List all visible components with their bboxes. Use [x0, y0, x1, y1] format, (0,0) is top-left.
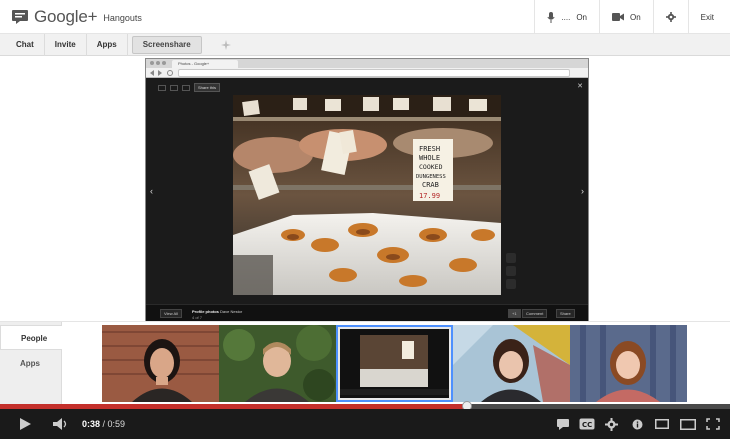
- hangouts-logo-icon: [12, 9, 28, 24]
- participant-thumb-5[interactable]: [570, 325, 687, 402]
- volume-icon: [53, 418, 67, 430]
- tag-icon: [506, 266, 516, 276]
- sign-line-1: FRESH: [419, 145, 440, 153]
- photo-lightbox: Share this ✕ ‹ › FRESH WHOLE COOKED DUNG…: [146, 78, 588, 321]
- sign-line-4: DUNGENESS: [416, 174, 446, 180]
- small-player-icon: [655, 419, 669, 429]
- camera-toggle[interactable]: On: [598, 0, 653, 34]
- crab-market-image: FRESH WHOLE COOKED DUNGENESS CRAB 17.99: [233, 95, 501, 295]
- microphone-toggle[interactable]: .... On: [534, 0, 599, 34]
- brand: Google+ Hangouts: [12, 7, 142, 27]
- duration: 0:59: [107, 419, 126, 429]
- invite-button[interactable]: Invite: [45, 33, 87, 56]
- participant-thumb-4[interactable]: [453, 325, 570, 402]
- screenshare-button[interactable]: Screenshare: [131, 35, 202, 54]
- small-player-button[interactable]: [655, 409, 669, 439]
- lightbox-share-button: Share this: [194, 83, 221, 92]
- window-controls: [150, 61, 166, 65]
- sign-line-5: CRAB: [422, 181, 439, 189]
- browser-url-field: [178, 69, 570, 77]
- apps-button[interactable]: Apps: [87, 33, 128, 56]
- svg-text:CC: CC: [582, 421, 592, 429]
- gear-icon: [605, 417, 618, 431]
- large-player-button[interactable]: [680, 409, 696, 439]
- browser-nav-icons: [150, 70, 173, 76]
- market-photo: FRESH WHOLE COOKED DUNGENESS CRAB 17.99: [233, 95, 501, 295]
- time-separator: /: [100, 419, 108, 429]
- panel-tabs: People Apps: [0, 322, 62, 405]
- lightbox-footer: View All Profile photos Dave Nestor 4 of…: [146, 304, 588, 321]
- info-icon: [632, 419, 643, 429]
- fullscreen-icon: [706, 418, 720, 430]
- fullscreen-icon: [182, 84, 190, 91]
- google-plus-wordmark: Google+: [34, 6, 98, 26]
- fullscreen-button[interactable]: [706, 409, 720, 439]
- browser-tab: Photos - Google+: [172, 60, 238, 68]
- large-player-icon: [680, 418, 696, 430]
- sign-price: 17.99: [419, 192, 440, 200]
- chevron-left-icon: ‹: [150, 186, 153, 196]
- album-owner: Dave Nestor: [220, 309, 243, 314]
- speech-bubble-icon: [557, 419, 569, 430]
- tab-apps[interactable]: Apps: [0, 351, 62, 376]
- captions-button[interactable]: CC: [579, 409, 595, 439]
- close-icon: ✕: [577, 83, 583, 90]
- tab-people[interactable]: People: [0, 325, 62, 350]
- shared-browser-window: Photos - Google+ Share this ✕ ‹ › FRESH …: [145, 58, 589, 321]
- plus-one-button: +1: [508, 309, 521, 318]
- exit-label: Exit: [700, 12, 714, 22]
- sign-line-3: COOKED: [419, 163, 443, 171]
- quality-settings-button[interactable]: [605, 409, 618, 439]
- participant-filmstrip: [102, 325, 690, 402]
- camera-status: On: [629, 12, 641, 22]
- lightbox-top-controls: Share this: [158, 83, 221, 92]
- hangout-toolbar: Chat Invite Apps Screenshare: [0, 33, 730, 56]
- hangout-video-frame: Google+ Hangouts .... On On Exit Chat In…: [0, 0, 730, 439]
- camera-icon: [611, 13, 624, 21]
- microphone-icon: [547, 11, 556, 23]
- time-display: 0:38 / 0:59: [82, 409, 125, 439]
- participants-panel: People Apps: [0, 321, 730, 405]
- main-stage: Photos - Google+ Share this ✕ ‹ › FRESH …: [0, 56, 730, 321]
- lightbox-side-icons: [506, 253, 516, 289]
- chevron-right-icon: ›: [581, 186, 584, 196]
- play-icon: [20, 418, 31, 430]
- hangouts-label: Hangouts: [103, 12, 142, 23]
- call-controls: .... On On Exit: [534, 0, 730, 34]
- more-icon: [506, 279, 516, 289]
- participant-thumb-2[interactable]: [219, 325, 336, 402]
- gear-icon: [665, 12, 676, 22]
- participant-thumb-3-screenshare[interactable]: [336, 325, 453, 402]
- hangout-header: Google+ Hangouts .... On On Exit: [0, 0, 730, 34]
- album-title: Profile photos: [192, 309, 219, 314]
- rotate-left-icon: [158, 84, 166, 91]
- share-button: Share: [556, 309, 575, 318]
- sign-line-2: WHOLE: [419, 154, 440, 162]
- album-position: 4 of 7: [192, 315, 203, 320]
- current-time: 0:38: [82, 419, 101, 429]
- settings-button[interactable]: [652, 0, 688, 34]
- play-button[interactable]: [18, 409, 32, 439]
- browser-tab-strip: Photos - Google+: [146, 59, 588, 68]
- video-player-controls: 0:38 / 0:59 CC: [0, 409, 730, 439]
- volume-button[interactable]: [52, 409, 70, 439]
- closed-captions-icon: CC: [579, 418, 595, 430]
- mic-level-label: ....: [561, 12, 571, 22]
- annotations-button[interactable]: [556, 409, 570, 439]
- browser-address-bar: [146, 68, 588, 78]
- exit-button[interactable]: Exit: [687, 0, 730, 34]
- chat-button[interactable]: Chat: [0, 33, 45, 56]
- rotate-right-icon: [170, 84, 178, 91]
- info-button[interactable]: [632, 409, 643, 439]
- comment-button: Comment: [522, 309, 548, 318]
- effects-icon[interactable]: [220, 39, 232, 51]
- view-all-button: View All: [160, 309, 182, 318]
- info-icon: [506, 253, 516, 263]
- mic-status: On: [576, 12, 587, 22]
- participant-thumb-1[interactable]: [102, 325, 219, 402]
